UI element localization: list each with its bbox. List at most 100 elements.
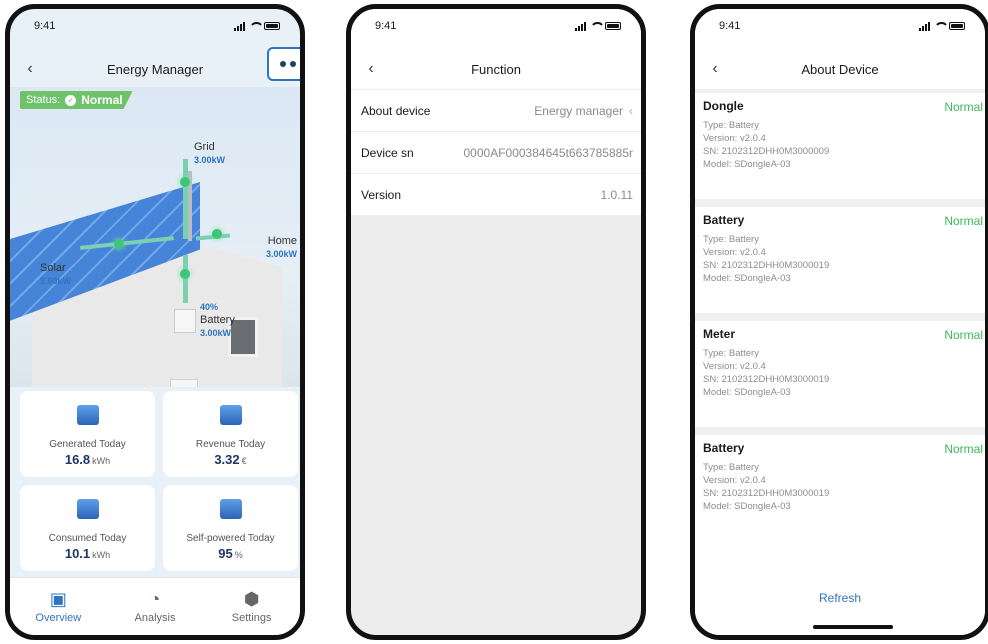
device-status: Normal xyxy=(944,328,983,342)
phone-about-device: 9:41 ‹ About Device Dongle Normal Type: … xyxy=(690,4,988,640)
device-version: Version: v2.0.4 xyxy=(703,475,766,486)
card-value: 16.8 kWh xyxy=(65,452,110,467)
more-options-button[interactable] xyxy=(267,47,300,81)
device-type: Type: Battery xyxy=(703,234,759,245)
solar-generation-icon xyxy=(76,405,99,425)
card-unit: % xyxy=(234,550,243,560)
card-unit: kWh xyxy=(92,456,111,466)
card-revenue-today[interactable]: Revenue Today 3.32 € xyxy=(163,391,298,477)
signal-icon xyxy=(234,21,245,31)
device-model: Model: SDongleA-03 xyxy=(703,273,791,284)
card-unit: kWh xyxy=(92,550,111,560)
status-badge: Status: ✓ Normal xyxy=(20,91,133,109)
device-sn: SN: 2102312DHH0M3000019 xyxy=(703,260,830,271)
tab-settings[interactable]: ⬢ Settings xyxy=(217,589,287,624)
card-consumed-today[interactable]: Consumed Today 10.1 kWh xyxy=(20,485,155,571)
home-indicator xyxy=(813,625,893,629)
phone-energy-manager: 9:41 ‹ Energy Manager Status: ✓ Normal G… xyxy=(5,4,305,640)
battery-icon xyxy=(264,22,280,30)
device-status: Normal xyxy=(944,442,983,456)
battery-label: Battery xyxy=(200,314,235,326)
card-generated-today[interactable]: Generated Today 16.8 kWh xyxy=(20,391,155,477)
home-unit: kW xyxy=(283,249,298,259)
home-flow-label: Home 3.00kW xyxy=(266,235,297,261)
solar-unit: kW xyxy=(57,276,72,286)
back-chevron-icon[interactable]: ‹ xyxy=(705,59,725,79)
function-list: About device Energy manager ‹ Device sn 0… xyxy=(351,89,641,215)
device-name: Battery xyxy=(703,441,745,455)
back-chevron-icon[interactable]: ‹ xyxy=(20,59,40,79)
device-name: Meter xyxy=(703,327,736,341)
clock: 9:41 xyxy=(375,20,397,32)
battery-icon xyxy=(605,22,621,30)
nav-bar: ‹ About Device xyxy=(695,49,985,89)
battery-value: 3.00 xyxy=(200,328,218,338)
home-label: Home xyxy=(267,235,298,247)
device-model: Model: SDongleA-03 xyxy=(703,387,791,398)
battery-percent: 40% xyxy=(200,302,219,312)
card-number: 95 xyxy=(218,546,233,561)
solar-flow-label: Solar 3.00kW xyxy=(40,262,71,288)
back-chevron-icon[interactable]: ‹ xyxy=(361,59,381,79)
row-device-sn: Device sn 0000AF000384645t663785885r xyxy=(351,131,641,173)
device-sn: SN: 2102312DHH0M3000009 xyxy=(703,146,830,157)
check-icon: ✓ xyxy=(65,94,77,106)
device-list: Dongle Normal Type: Battery Version: v2.… xyxy=(695,93,985,549)
row-value: Energy manager xyxy=(534,103,623,118)
device-card: Battery Normal Type: Battery Version: v2… xyxy=(695,207,985,313)
wifi-icon xyxy=(934,22,949,30)
status-icons xyxy=(575,21,621,31)
signal-icon xyxy=(919,21,930,31)
tab-overview[interactable]: ▣ Overview xyxy=(23,589,93,624)
row-label: About device xyxy=(361,103,431,118)
status-label: Status: xyxy=(26,94,61,106)
card-number: 3.32 xyxy=(214,452,240,467)
tab-analysis[interactable]: ◔ Analysis xyxy=(120,589,190,624)
refresh-area: Refresh xyxy=(695,531,985,635)
home-consumption-icon xyxy=(76,499,99,519)
energy-hub xyxy=(174,309,196,333)
self-powered-icon xyxy=(219,499,242,519)
clock: 9:41 xyxy=(719,20,741,32)
stats-grid: Generated Today 16.8 kWh Revenue Today 3.… xyxy=(20,391,298,571)
page-title: Energy Manager xyxy=(106,61,204,77)
row-about-device[interactable]: About device Energy manager ‹ xyxy=(351,89,641,131)
status-bar: 9:41 xyxy=(695,9,985,43)
chevron-icon: ‹ xyxy=(629,103,633,118)
row-value: 1.0.11 xyxy=(600,187,633,202)
flow-node-solar xyxy=(114,239,124,249)
revenue-icon xyxy=(219,405,242,425)
card-self-powered-today[interactable]: Self-powered Today 95% xyxy=(163,485,298,571)
phone-function: 9:41 ‹ Function About device Energy mana… xyxy=(346,4,646,640)
device-status: Normal xyxy=(944,214,983,228)
analysis-icon: ◔ xyxy=(149,589,161,609)
device-type: Type: Battery xyxy=(703,348,759,359)
device-version: Version: v2.0.4 xyxy=(703,133,766,144)
tab-label: Analysis xyxy=(134,612,176,624)
signal-icon xyxy=(575,21,586,31)
clock: 9:41 xyxy=(34,20,56,32)
bottom-tab-bar: ▣ Overview ◔ Analysis ⬢ Settings xyxy=(10,577,300,635)
device-version: Version: v2.0.4 xyxy=(703,361,766,372)
battery-unit xyxy=(170,379,198,387)
refresh-button[interactable]: Refresh xyxy=(819,591,861,605)
device-name: Battery xyxy=(703,213,745,227)
nav-bar: ‹ Energy Manager xyxy=(10,49,300,89)
status-bar: 9:41 xyxy=(351,9,641,43)
wifi-icon xyxy=(249,22,264,30)
device-sn: SN: 2102312DHH0M3000019 xyxy=(703,488,830,499)
card-value: 3.32 € xyxy=(214,452,246,467)
row-label: Device sn xyxy=(361,145,414,160)
card-value: 95% xyxy=(218,546,242,561)
device-card: Dongle Normal Type: Battery Version: v2.… xyxy=(695,93,985,199)
card-number: 16.8 xyxy=(64,452,91,467)
device-card: Meter Normal Type: Battery Version: v2.0… xyxy=(695,321,985,427)
device-type: Type: Battery xyxy=(703,462,759,473)
status-value: Normal xyxy=(81,93,123,107)
row-version: Version 1.0.11 xyxy=(351,173,641,215)
page-title: About Device xyxy=(801,61,879,77)
flow-node-grid xyxy=(180,177,190,187)
grid-unit: kW xyxy=(211,155,226,165)
status-bar: 9:41 xyxy=(10,9,300,43)
card-number: 10.1 xyxy=(64,546,91,561)
